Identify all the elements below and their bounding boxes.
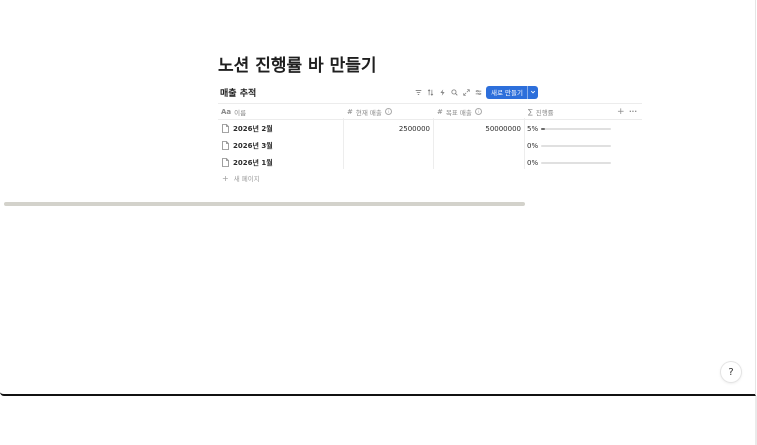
lightning-icon[interactable] bbox=[436, 85, 448, 99]
info-icon[interactable]: i bbox=[474, 108, 482, 115]
progress-percent: 0% bbox=[527, 141, 539, 150]
column-header-label: 목표 매출 bbox=[445, 108, 472, 117]
target-sales-cell[interactable] bbox=[434, 154, 521, 171]
row-name[interactable]: 2026년 1월 bbox=[222, 154, 273, 171]
current-sales-cell[interactable]: 2500000 bbox=[344, 120, 430, 137]
progress-percent: 5% bbox=[527, 124, 539, 133]
chevron-down-icon[interactable] bbox=[526, 85, 538, 99]
target-sales-cell[interactable]: 50000000 bbox=[434, 120, 521, 137]
row-name-text: 2026년 1월 bbox=[233, 158, 273, 167]
column-header-label: 이름 bbox=[234, 108, 247, 117]
notion-window: 노션 진행률 바 만들기 매출 추적 새로 만들기 Aa 이름 # 현재 매출 … bbox=[0, 0, 756, 396]
more-options-button[interactable]: ··· bbox=[629, 104, 637, 119]
progress-cell: 0% bbox=[527, 154, 611, 171]
page-icon bbox=[222, 124, 229, 133]
plus-icon: + bbox=[222, 173, 229, 183]
horizontal-scrollbar[interactable] bbox=[4, 202, 525, 206]
expand-icon[interactable] bbox=[460, 85, 472, 99]
help-icon: ? bbox=[728, 366, 734, 378]
number-type-icon: # bbox=[437, 107, 443, 116]
progress-bar-fill bbox=[541, 127, 545, 130]
row-name-text: 2026년 2월 bbox=[233, 124, 273, 133]
target-sales-cell[interactable] bbox=[434, 137, 521, 154]
row-name-text: 2026년 3월 bbox=[233, 141, 273, 150]
column-header-label: 진행률 bbox=[535, 108, 554, 117]
new-page-label: 새 페이지 bbox=[233, 175, 260, 183]
help-button[interactable]: ? bbox=[721, 362, 741, 382]
text-type-icon: Aa bbox=[221, 107, 232, 116]
new-button[interactable]: 새로 만들기 bbox=[486, 85, 538, 99]
current-sales-cell[interactable] bbox=[344, 137, 430, 154]
current-sales-cell[interactable] bbox=[344, 154, 430, 171]
progress-bar bbox=[541, 127, 611, 130]
database-title[interactable]: 매출 추적 bbox=[220, 86, 256, 99]
column-header-current-sales[interactable]: # 현재 매출 i bbox=[347, 104, 392, 119]
add-column-button[interactable]: + bbox=[617, 104, 625, 119]
formula-type-icon: ∑ bbox=[528, 107, 533, 116]
column-header-label: 현재 매출 bbox=[355, 108, 382, 117]
bottom-area bbox=[0, 396, 757, 445]
progress-bar bbox=[541, 161, 611, 164]
row-name[interactable]: 2026년 3월 bbox=[222, 137, 273, 154]
table-row[interactable]: 2026년 2월 2500000 50000000 5% bbox=[218, 120, 642, 137]
number-type-icon: # bbox=[347, 107, 353, 116]
progress-percent: 0% bbox=[527, 158, 539, 167]
new-button-label: 새로 만들기 bbox=[491, 89, 523, 97]
database-table: Aa 이름 # 현재 매출 i # 목표 매출 i ∑ 진행률 + ··· 20… bbox=[218, 103, 642, 171]
database-toolbar: 새로 만들기 bbox=[412, 85, 538, 99]
table-row[interactable]: 2026년 3월 0% bbox=[218, 137, 642, 154]
table-row[interactable]: 2026년 1월 0% bbox=[218, 154, 642, 171]
info-icon[interactable]: i bbox=[384, 108, 392, 115]
settings-icon[interactable] bbox=[472, 85, 484, 99]
new-page-button[interactable]: + 새 페이지 bbox=[222, 173, 260, 184]
table-header: Aa 이름 # 현재 매출 i # 목표 매출 i ∑ 진행률 + ··· bbox=[218, 103, 642, 120]
column-header-progress[interactable]: ∑ 진행률 bbox=[528, 104, 554, 119]
column-header-target-sales[interactable]: # 목표 매출 i bbox=[437, 104, 482, 119]
progress-bar bbox=[541, 144, 611, 147]
page-title: 노션 진행률 바 만들기 bbox=[218, 56, 377, 76]
row-name[interactable]: 2026년 2월 bbox=[222, 120, 273, 137]
search-icon[interactable] bbox=[448, 85, 460, 99]
progress-cell: 5% bbox=[527, 120, 611, 137]
page-icon bbox=[222, 141, 229, 150]
column-header-name[interactable]: Aa 이름 bbox=[221, 104, 246, 119]
filter-icon[interactable] bbox=[412, 85, 424, 99]
progress-cell: 0% bbox=[527, 137, 611, 154]
page-icon bbox=[222, 158, 229, 167]
sort-icon[interactable] bbox=[424, 85, 436, 99]
